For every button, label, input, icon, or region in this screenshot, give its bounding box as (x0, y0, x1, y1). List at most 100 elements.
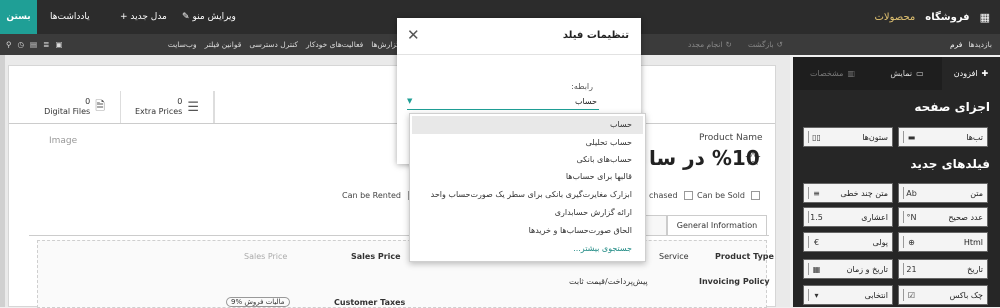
field-decimal[interactable]: اعشاری 1.5 (803, 207, 893, 227)
breadcrumb-views[interactable]: بازدیدها (968, 40, 992, 49)
field-decimal-label: اعشاری (861, 212, 888, 222)
product-title[interactable]: %10 در سا (649, 146, 760, 170)
tab-general-information[interactable]: General Information (667, 215, 767, 235)
tab-add[interactable]: افزودن ✚ (942, 57, 1000, 90)
tab-view[interactable]: نمایش ▭ (872, 57, 942, 90)
tax-tag[interactable]: مالیات فروش %9 (226, 297, 290, 307)
dropdown-option[interactable]: ارائه گزارش حسابداری (555, 208, 632, 217)
component-tabs-label: تب‌ها (966, 132, 983, 142)
menu-item-website[interactable]: وب‌سایت (168, 40, 197, 49)
dropdown-option[interactable]: قالبها برای حساب‌ها (566, 172, 632, 181)
smart-button-extra-prices[interactable]: 0 Extra Prices ☰ (121, 91, 214, 123)
new-model-button[interactable]: + مدل جدید (120, 0, 167, 34)
invoicing-policy-label: Invoicing Policy (699, 277, 770, 286)
sales-price-input[interactable]: Sales Price (244, 252, 287, 261)
decimal-icon: 1.5 (808, 211, 823, 223)
pencil-icon: ✎ (182, 12, 190, 22)
relation-label: رابطه: (571, 82, 593, 91)
sidebar-tabs: مشخصات ▥ نمایش ▭ افزودن ✚ (793, 57, 1000, 90)
datetime-icon: ▦ (808, 263, 822, 275)
notes-button[interactable]: یادداشت‌ها (50, 0, 90, 34)
plus-icon: ✚ (981, 69, 989, 78)
can-be-purchased-checkbox[interactable] (684, 191, 694, 200)
can-be-sold-label: Can be Sold (697, 191, 745, 200)
relation-select[interactable]: حساب ▼ (407, 96, 599, 110)
extra-prices-count: 0 (177, 97, 183, 106)
kanban-icon[interactable]: ▤ (30, 40, 37, 49)
search-icon[interactable]: ⚲ (6, 40, 12, 49)
chevron-down-icon: ▼ (407, 97, 413, 105)
monetary-icon: € (808, 236, 822, 248)
field-date[interactable]: تاریخ 21 (898, 259, 988, 279)
field-monetary-label: پولی (872, 237, 888, 247)
field-selection[interactable]: انتخابی ▾ (803, 285, 893, 305)
close-button[interactable]: بستن (0, 0, 37, 34)
file-icon: 🗎 (95, 98, 105, 113)
field-date-label: تاریخ (967, 264, 983, 274)
dropdown-option[interactable]: حساب‌های بانکی (577, 155, 633, 164)
form-editor: 0 Extra Prices ☰ 0 Digital Files 🗎 Image P… (0, 55, 790, 308)
checkbox-icon: ☑ (903, 289, 917, 301)
form-view-icon[interactable]: ▣ (55, 40, 62, 49)
search-more-link[interactable]: جستجوی بیشتر... (573, 244, 632, 253)
field-text[interactable]: متن Ab (898, 183, 988, 203)
menu-products[interactable]: محصولات (875, 12, 916, 23)
component-columns[interactable]: ستون‌ها ▯▯ (803, 127, 893, 147)
tab-properties[interactable]: مشخصات ▥ (793, 57, 872, 90)
dialog-title: تنظیمات فیلد (562, 30, 629, 41)
dropdown-option[interactable]: الحاق صورت‌حساب‌ها و خریدها (529, 226, 632, 235)
dropdown-option[interactable]: حساب (610, 120, 632, 129)
menu-item-automations[interactable]: فعالیت‌های خودکار (306, 40, 363, 49)
can-be-rented-label: Can be Rented (342, 191, 401, 200)
apps-grid-icon[interactable]: ▦ (980, 11, 990, 24)
field-integer[interactable]: عدد صحیح N° (898, 207, 988, 227)
redo-label: انجام مجدد (688, 40, 723, 49)
app-name[interactable]: فروشگاه (925, 12, 969, 23)
menu-item-reports[interactable]: گزارش‌ها (371, 40, 400, 49)
dropdown-highlight (412, 116, 643, 134)
date-icon: 21 (903, 263, 917, 275)
field-html[interactable]: Html ⊕ (898, 232, 988, 252)
tab-add-label: افزودن (953, 69, 978, 78)
properties-icon: ▥ (847, 69, 856, 78)
new-fields-title: فیلدهای جدید (910, 157, 990, 171)
page-parts-title: اجزای صفحه (914, 100, 990, 114)
menu-item-filter-rules[interactable]: قوانین فیلتر (205, 40, 242, 49)
dropdown-option[interactable]: حساب تحلیلی (586, 138, 632, 147)
redo-button[interactable]: انجام مجدد ↻ (688, 34, 732, 55)
menu-item-access-control[interactable]: کنترل دسترسی (249, 40, 298, 49)
dropdown-option[interactable]: ابزارک مغایرت‌گیری بانکی برای سطر یک صور… (431, 190, 632, 199)
field-multiline-text-label: متن چند خطی (840, 188, 888, 198)
edit-menu-button[interactable]: ✎ ویرایش منو (182, 0, 236, 34)
product-name-label: Product Name (699, 133, 763, 143)
field-checkbox[interactable]: چک باکس ☑ (898, 285, 988, 305)
scrollbar[interactable] (0, 55, 5, 307)
tabs-icon: ▬ (903, 131, 917, 143)
invoicing-policy-value[interactable]: پیش‌پرداخت/قیمت ثابت (569, 277, 648, 286)
can-be-purchased-label: chased (649, 191, 678, 200)
view-switcher: ⚲ ◷ ▤ ≣ ▣ (6, 34, 63, 55)
field-multiline-text[interactable]: متن چند خطی ≡ (803, 183, 893, 203)
close-icon[interactable]: ✕ (407, 26, 420, 44)
component-tabs[interactable]: تب‌ها ▬ (898, 127, 988, 147)
field-datetime[interactable]: تاریخ و زمان ▦ (803, 259, 893, 279)
activity-icon[interactable]: ◷ (18, 40, 25, 49)
smart-button-digital-files[interactable]: 0 Digital Files 🗎 (29, 91, 121, 123)
relation-value: حساب (574, 97, 597, 106)
field-html-label: Html (963, 237, 983, 247)
field-integer-label: عدد صحیح (948, 212, 983, 222)
breadcrumb-form: فرم (950, 40, 963, 49)
studio-menu: گزارش‌ها فعالیت‌های خودکار کنترل دسترسی … (168, 34, 400, 55)
can-be-sold-option[interactable]: Can be Sold (697, 191, 761, 200)
can-be-sold-checkbox[interactable] (751, 191, 761, 200)
html-icon: ⊕ (903, 236, 917, 248)
tab-view-label: نمایش (890, 69, 913, 78)
multiline-text-icon: ≡ (808, 187, 822, 199)
list-icon[interactable]: ≣ (43, 40, 49, 49)
image-placeholder[interactable]: Image (49, 136, 77, 146)
field-monetary[interactable]: پولی € (803, 232, 893, 252)
product-type-value[interactable]: Service (659, 252, 689, 261)
field-text-label: متن (970, 188, 983, 198)
can-be-purchased-option[interactable]: chased (649, 191, 694, 200)
undo-button[interactable]: بازگشت ↺ (748, 34, 783, 55)
